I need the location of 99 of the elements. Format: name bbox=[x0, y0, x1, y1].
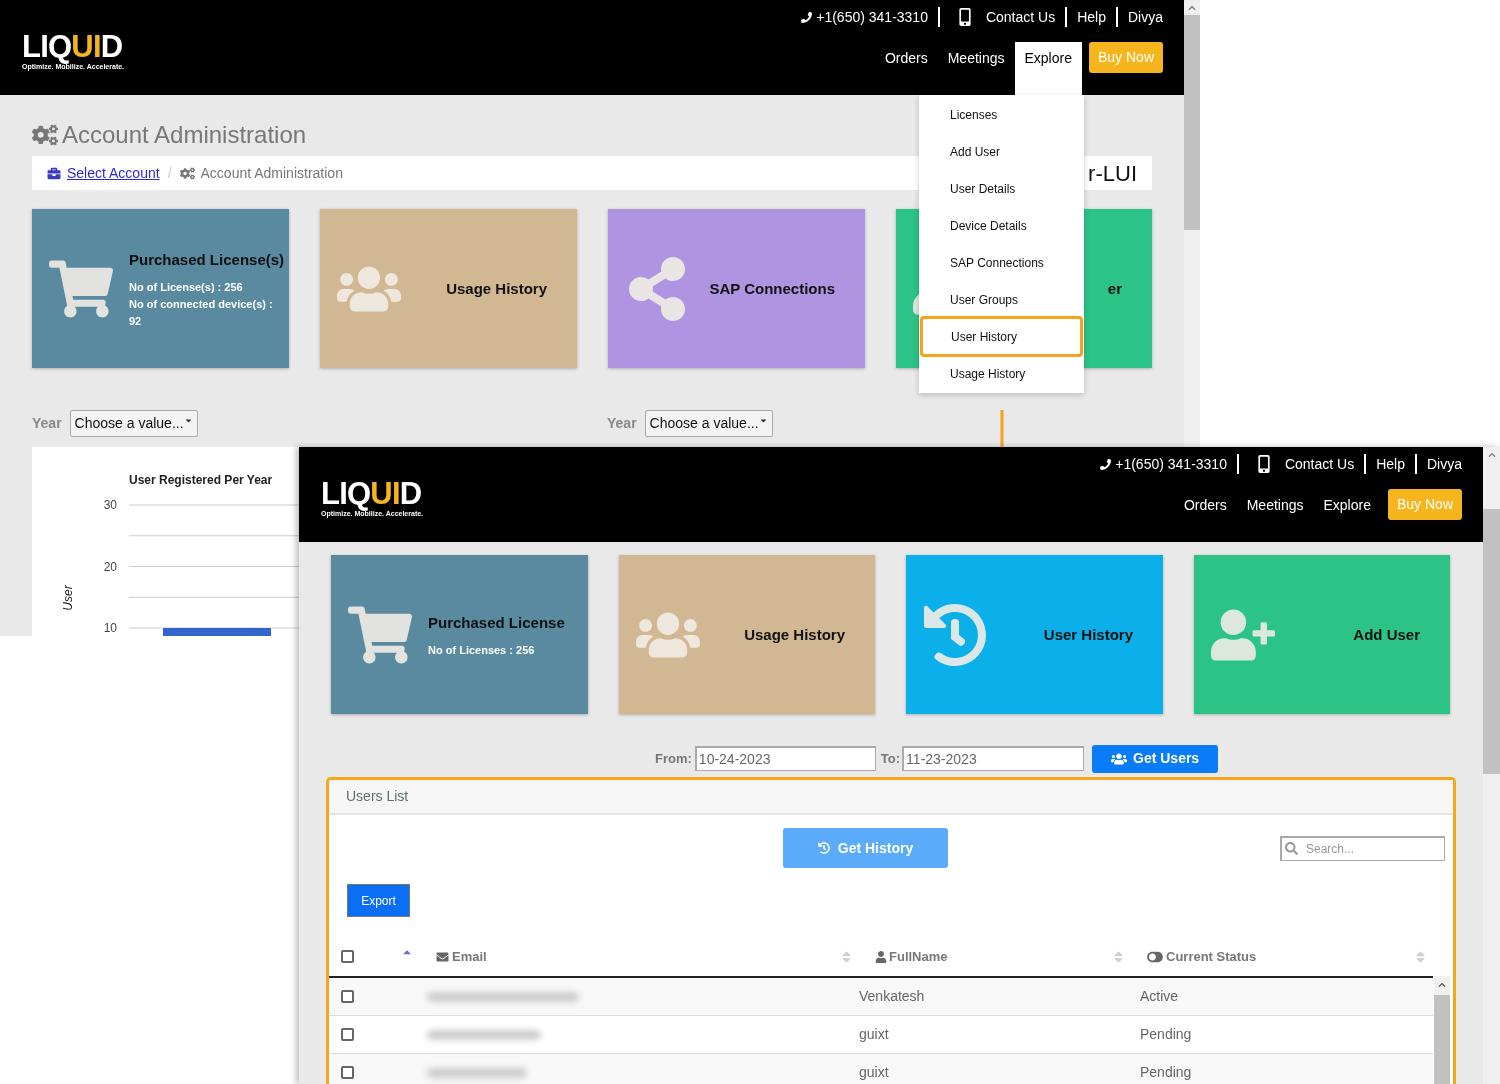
mobile-icon bbox=[957, 8, 972, 26]
summary-card[interactable]: Usage History bbox=[619, 555, 875, 714]
filter-label: Year bbox=[607, 414, 637, 433]
table-cell-text: Pending bbox=[1139, 1063, 1193, 1082]
scroll-up-icon[interactable] bbox=[1438, 981, 1446, 989]
panel-title: Users List bbox=[346, 787, 409, 806]
card-stat: No of connected device(s) : 92 bbox=[129, 296, 274, 329]
phone-icon bbox=[801, 10, 813, 24]
y-tick-label: 10 bbox=[103, 621, 117, 635]
date-field[interactable]: 10-24-2023 bbox=[694, 746, 876, 771]
briefcase-icon bbox=[47, 166, 61, 180]
phone-link[interactable]: +1(650) 341-3310 bbox=[816, 6, 928, 28]
history-icon bbox=[817, 842, 830, 854]
header-link[interactable]: Contact Us bbox=[1284, 453, 1355, 475]
nav-tab[interactable]: Orders bbox=[874, 42, 938, 69]
column-header[interactable]: Current Status bbox=[1166, 946, 1257, 967]
header-link[interactable]: Help bbox=[1376, 453, 1405, 475]
toggle-icon bbox=[1147, 949, 1163, 964]
header-link[interactable]: Help bbox=[1077, 6, 1106, 28]
gears-icon bbox=[32, 123, 58, 147]
breadcrumb-current: Account Administration bbox=[200, 163, 343, 183]
table-cell-text: guixt bbox=[859, 1025, 890, 1044]
filter-label: Year bbox=[32, 414, 62, 433]
logo-wordmark: LIQUID bbox=[321, 479, 422, 509]
card-title: er bbox=[1107, 279, 1122, 299]
scroll-up-icon[interactable] bbox=[1188, 4, 1196, 12]
nav-tab[interactable]: Explore bbox=[1014, 42, 1082, 95]
menu-item[interactable]: Licenses bbox=[919, 96, 1084, 133]
date-field[interactable]: 11-23-2023 bbox=[902, 746, 1085, 771]
card-stat: No of Licenses : 256 bbox=[428, 642, 536, 658]
nav-tab[interactable]: Meetings bbox=[937, 42, 1015, 69]
card-stat: No of License(s) : 256 bbox=[129, 279, 244, 295]
menu-item[interactable]: User History bbox=[920, 316, 1083, 357]
checkbox[interactable] bbox=[341, 1028, 354, 1041]
header-link[interactable]: Contact Us bbox=[985, 6, 1056, 28]
table-cell-text: Active bbox=[1139, 987, 1180, 1006]
nav-tab[interactable]: Explore bbox=[1313, 489, 1381, 516]
card-title: Usage History bbox=[744, 625, 845, 645]
summary-card[interactable]: Add User bbox=[1194, 555, 1450, 714]
y-axis-label: User bbox=[61, 585, 75, 611]
table-scrollbar[interactable] bbox=[1434, 976, 1450, 1084]
nav-tab[interactable]: Orders bbox=[1173, 489, 1237, 516]
summary-card[interactable]: Purchased License No of Licenses : 256 bbox=[331, 555, 588, 714]
card-title: Purchased License(s) bbox=[129, 249, 285, 270]
menu-item[interactable]: Add User bbox=[919, 133, 1084, 170]
from-label: From: bbox=[655, 749, 692, 768]
scrollbar[interactable] bbox=[1184, 0, 1200, 447]
header-link[interactable]: Divya bbox=[1427, 453, 1462, 475]
summary-card[interactable]: Purchased License(s) No of License(s) : 256 No of connected device(s) : 92 bbox=[32, 209, 289, 368]
year-select[interactable]: Choose a value... bbox=[69, 410, 198, 437]
gears-icon bbox=[179, 166, 195, 180]
envelope-icon bbox=[435, 950, 450, 963]
scroll-up-icon[interactable] bbox=[1487, 451, 1496, 459]
column-header[interactable]: FullName bbox=[889, 946, 948, 967]
caret-icon bbox=[758, 416, 768, 425]
checkbox[interactable] bbox=[341, 950, 354, 963]
table-cell-text: guixt bbox=[859, 1063, 890, 1082]
get-users-button[interactable]: Get Users bbox=[1092, 744, 1219, 773]
year-select[interactable]: Choose a value... bbox=[644, 410, 773, 437]
summary-card[interactable]: SAP Connections bbox=[608, 209, 865, 368]
to-label: To: bbox=[880, 749, 901, 768]
scrollbar[interactable] bbox=[1483, 447, 1500, 1084]
table-cell-text: Venkatesh bbox=[859, 987, 926, 1006]
breadcrumb-separator: / bbox=[167, 163, 172, 183]
y-tick-label: 20 bbox=[103, 559, 117, 574]
card-title: Purchased License bbox=[428, 612, 565, 633]
column-header[interactable]: Email bbox=[452, 946, 487, 967]
checkbox[interactable] bbox=[341, 990, 354, 1003]
history-icon bbox=[922, 602, 987, 667]
page-title: Account Administration bbox=[62, 120, 307, 150]
nav-tab[interactable]: Meetings bbox=[1236, 489, 1314, 516]
summary-card[interactable]: User History bbox=[906, 555, 1163, 714]
caret-icon bbox=[183, 416, 193, 425]
menu-item[interactable]: User Details bbox=[919, 170, 1084, 207]
table-cell-text: Pending bbox=[1139, 1025, 1193, 1044]
card-title: Usage History bbox=[446, 279, 547, 299]
card-title: User History bbox=[1043, 625, 1133, 645]
card-title: SAP Connections bbox=[709, 279, 835, 299]
phone-link[interactable]: +1(650) 341-3310 bbox=[1115, 453, 1227, 475]
search-field[interactable]: Search... bbox=[1280, 836, 1445, 861]
breadcrumb-link[interactable]: Select Account bbox=[67, 162, 160, 184]
summary-card[interactable]: Usage History bbox=[320, 209, 577, 368]
y-tick-label: 30 bbox=[103, 498, 117, 512]
mobile-icon bbox=[1256, 455, 1271, 473]
menu-item[interactable]: Usage History bbox=[919, 355, 1084, 392]
users-icon bbox=[1111, 751, 1127, 766]
chart-title: User Registered Per Year bbox=[129, 473, 273, 487]
search-icon bbox=[1285, 842, 1298, 855]
phone-icon bbox=[1100, 457, 1112, 471]
menu-item[interactable]: User Groups bbox=[919, 281, 1084, 318]
menu-item[interactable]: Device Details bbox=[919, 207, 1084, 244]
logo-wordmark: LIQUID bbox=[22, 32, 123, 62]
checkbox[interactable] bbox=[341, 1066, 354, 1079]
card-title: Add User bbox=[1353, 625, 1420, 645]
account-name: r-LUI bbox=[1088, 159, 1137, 188]
user-icon bbox=[875, 950, 887, 963]
export-button[interactable]: Export bbox=[347, 884, 410, 917]
menu-item[interactable]: SAP Connections bbox=[919, 244, 1084, 281]
header-link[interactable]: Divya bbox=[1128, 6, 1163, 28]
